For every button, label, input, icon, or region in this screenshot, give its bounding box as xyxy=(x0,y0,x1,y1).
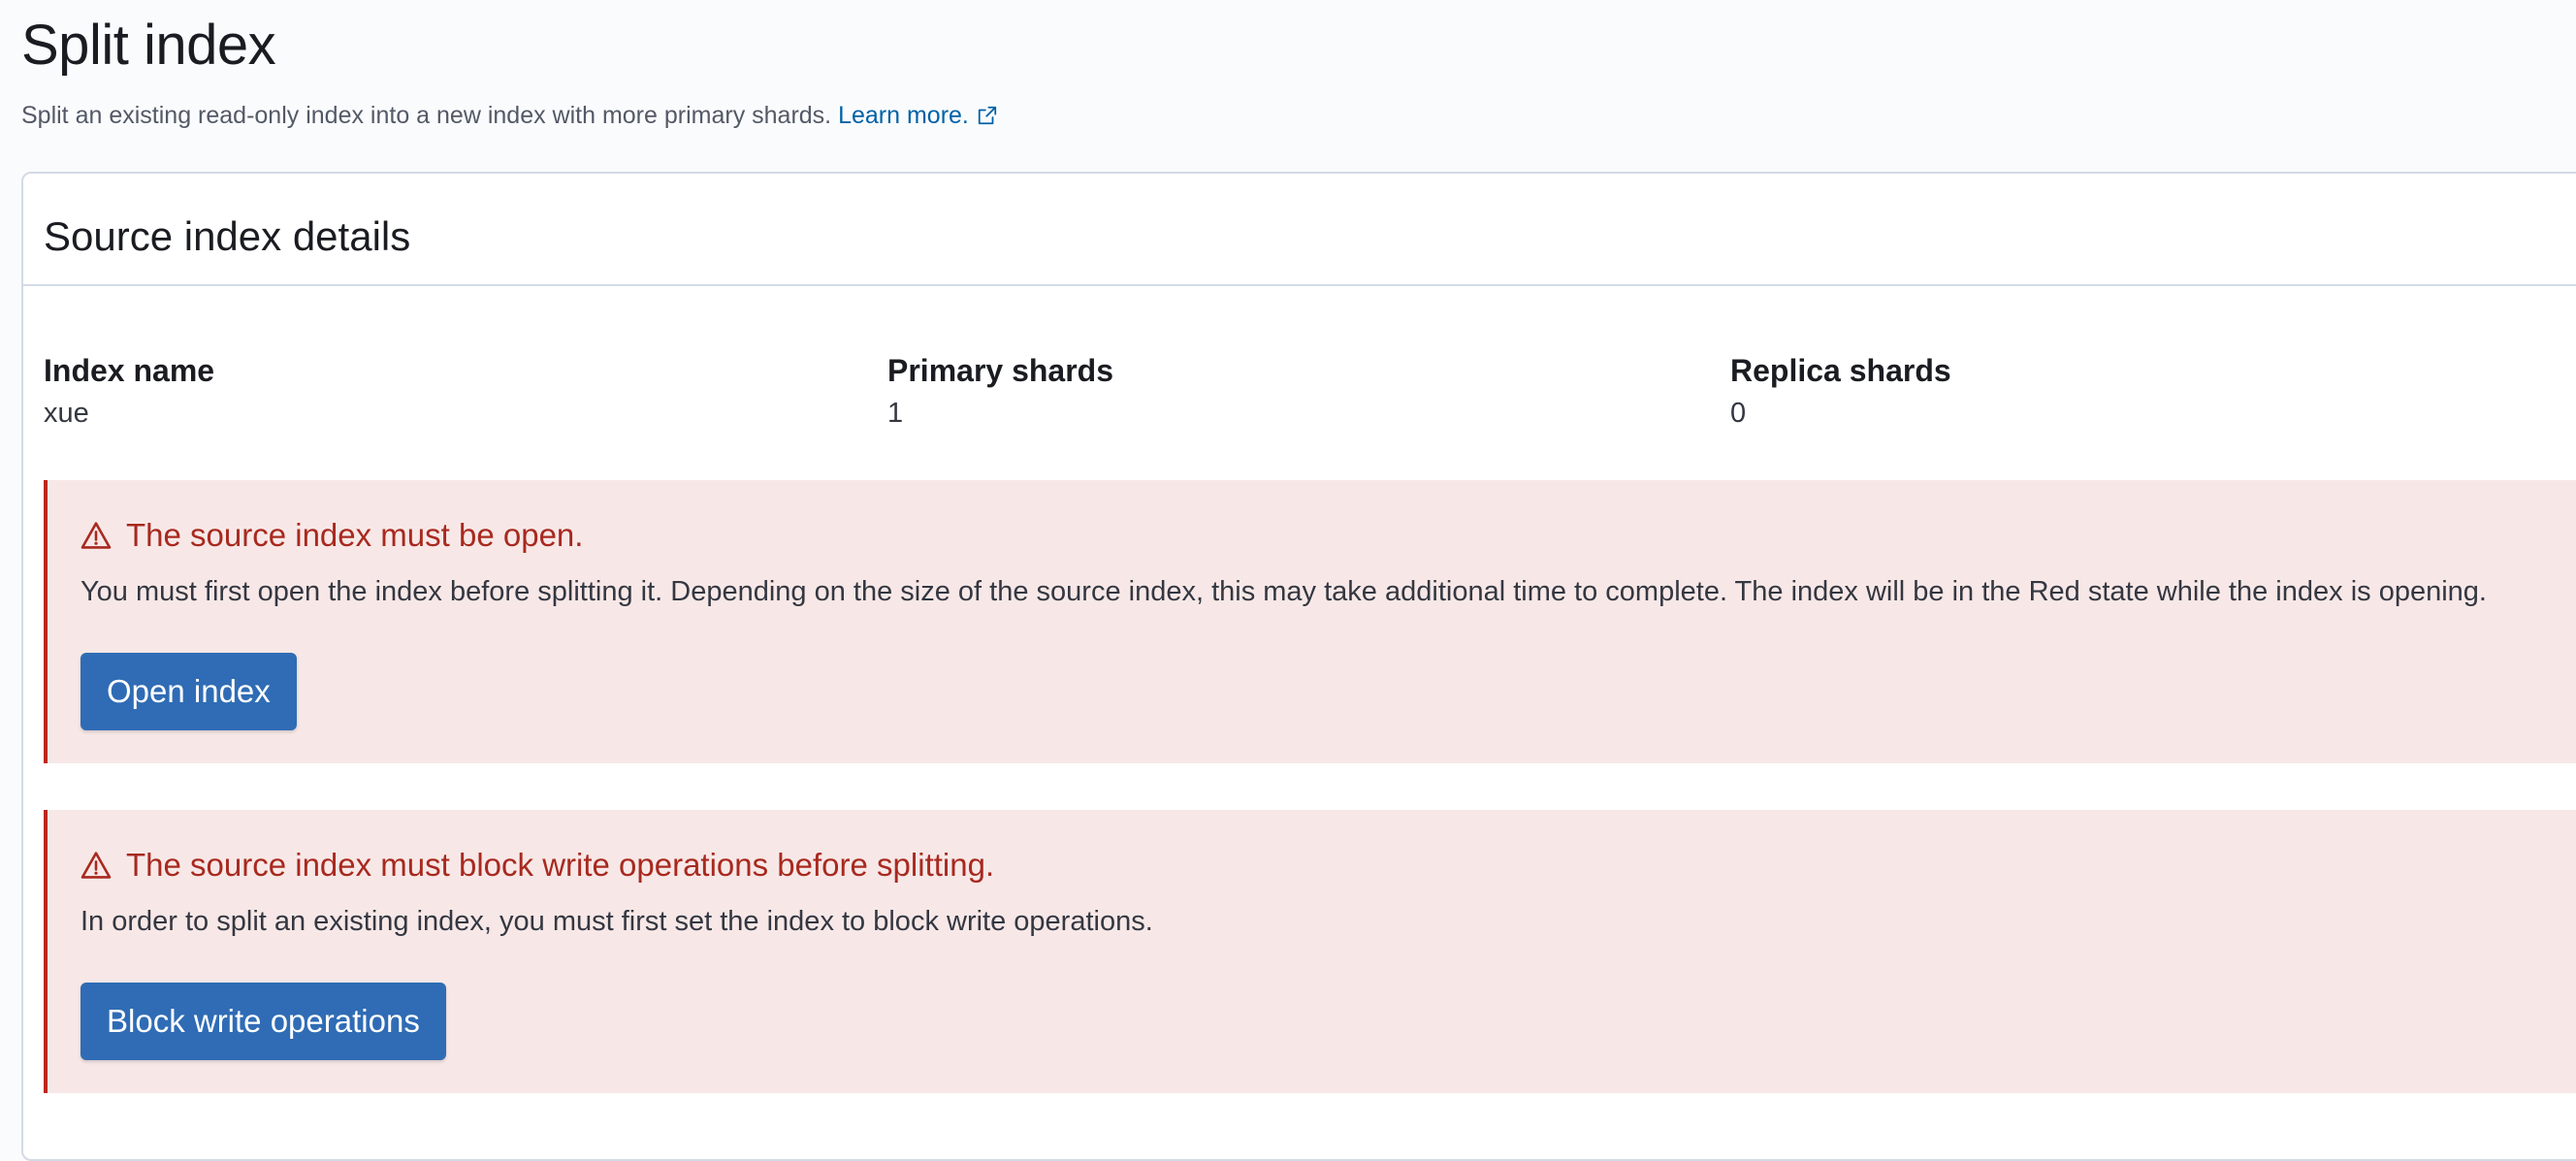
callout-title: The source index must block write operat… xyxy=(80,846,994,885)
callout-index-must-be-open: The source index must be open. You must … xyxy=(44,480,2576,763)
callout-text: You must first open the index before spl… xyxy=(80,576,2487,607)
stat-replica-shards: Replica shards 0 xyxy=(1730,351,1951,431)
page-description-text: Split an existing read-only index into a… xyxy=(21,102,832,129)
stat-value: 1 xyxy=(887,398,904,429)
open-index-button[interactable]: Open index xyxy=(80,653,297,730)
callout-block-write: The source index must block write operat… xyxy=(44,810,2576,1093)
stat-value: xue xyxy=(44,398,89,429)
callout-title-text: The source index must block write operat… xyxy=(126,847,995,883)
learn-more-link[interactable]: Learn more. xyxy=(838,102,998,129)
warning-icon xyxy=(80,852,112,879)
block-write-operations-button[interactable]: Block write operations xyxy=(80,983,446,1060)
stat-label: Index name xyxy=(44,353,215,388)
source-index-panel: Source index details Index name xue Prim… xyxy=(21,172,2576,1161)
panel-divider xyxy=(23,284,2576,286)
stat-value: 0 xyxy=(1730,398,1747,429)
panel-title: Source index details xyxy=(44,213,411,259)
callout-text: In order to split an existing index, you… xyxy=(80,906,1153,937)
page-header: Split index Split an existing read-only … xyxy=(21,0,998,130)
stat-primary-shards: Primary shards 1 xyxy=(887,351,1113,431)
stat-index-name: Index name xue xyxy=(44,351,214,431)
external-link-icon xyxy=(978,106,997,125)
warning-icon xyxy=(80,522,112,549)
stat-label: Replica shards xyxy=(1730,353,1951,388)
page-description: Split an existing read-only index into a… xyxy=(21,101,998,130)
learn-more-label: Learn more. xyxy=(838,102,969,129)
callout-title-text: The source index must be open. xyxy=(126,517,584,553)
stat-label: Primary shards xyxy=(887,353,1114,388)
page-title: Split index xyxy=(21,14,276,77)
callout-title: The source index must be open. xyxy=(80,516,583,555)
